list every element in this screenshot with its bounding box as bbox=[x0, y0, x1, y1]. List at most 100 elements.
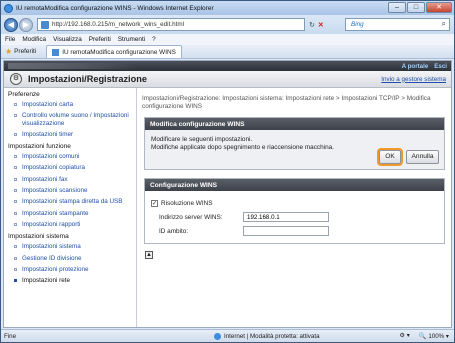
favorites-button[interactable]: Preferiti bbox=[14, 48, 36, 55]
search-placeholder: Bing bbox=[351, 21, 364, 28]
sidebar-item-comuni[interactable]: Impostazioni comuni bbox=[4, 151, 136, 162]
ie-logo-icon bbox=[4, 3, 13, 13]
globe-icon bbox=[214, 332, 221, 340]
bullet-icon bbox=[14, 103, 17, 106]
scope-id-row: ID ambito: bbox=[151, 224, 438, 238]
page-title: Impostazioni/Registrazione bbox=[28, 74, 147, 84]
scope-id-label: ID ambito: bbox=[159, 227, 189, 235]
status-bar: Fine Internet | Modalità protetta: attiv… bbox=[1, 329, 454, 342]
wins-server-input[interactable] bbox=[243, 212, 329, 222]
bullet-icon bbox=[14, 177, 17, 181]
tab-page-icon bbox=[52, 48, 60, 56]
bullet-icon bbox=[14, 267, 17, 271]
address-bar: ◀ ▶ http://192.168.0.215/m_network_wins_… bbox=[1, 15, 454, 34]
portal-link[interactable]: A portale bbox=[402, 63, 429, 70]
url-actions: ↻ ✕ bbox=[309, 21, 324, 29]
sidebar-item-rete[interactable]: Impostazioni rete bbox=[4, 275, 136, 286]
favorites-bar: ★ Preferiti IU remotaModifica configuraz… bbox=[1, 45, 454, 59]
back-to-top-icon[interactable]: ▲ bbox=[145, 251, 153, 259]
menu-modifica[interactable]: Modifica bbox=[22, 36, 46, 43]
url-input[interactable]: http://192.168.0.215/m_network_wins_edit… bbox=[37, 18, 305, 31]
sidebar-item-gestione-id[interactable]: Gestione ID divisione bbox=[4, 253, 136, 264]
dialog-buttons: OK Annulla bbox=[377, 148, 439, 166]
forward-button[interactable]: ▶ bbox=[19, 17, 33, 32]
title-bar: IU remotaModifica configurazione WINS - … bbox=[1, 1, 454, 15]
wins-resolution-checkbox[interactable]: ✓ bbox=[151, 199, 158, 207]
zoom-level[interactable]: 🔍 100% ▾ bbox=[419, 332, 449, 340]
wins-config-panel: Configurazione WINS ✓ Risoluzione WINS I… bbox=[144, 178, 445, 244]
dialog-message-1: Modificare le seguenti impostazioni. bbox=[151, 136, 253, 143]
search-icon[interactable]: ⌕ bbox=[442, 19, 446, 29]
sidebar-item-copiatura[interactable]: Impostazioni copiatura bbox=[4, 162, 136, 173]
menu-preferiti[interactable]: Preferiti bbox=[89, 36, 111, 43]
sidebar-item-sistema[interactable]: Impostazioni sistema bbox=[4, 241, 136, 252]
breadcrumb: Impostazioni/Registrazione: Impostazioni… bbox=[142, 95, 431, 110]
dialog-title: Modifica configurazione WINS bbox=[145, 118, 444, 130]
sidebar-item-fax[interactable]: Impostazioni fax bbox=[4, 174, 136, 185]
bullet-icon bbox=[14, 256, 17, 260]
page-icon bbox=[41, 20, 49, 29]
admin-link[interactable]: Invio a gestore sistema bbox=[381, 76, 446, 83]
url-text: http://192.168.0.215/m_network_wins_edit… bbox=[52, 21, 184, 28]
sidebar-section-title: Preferenze bbox=[8, 91, 40, 98]
page-content: A portale Esci ⚙ Impostazioni/Registrazi… bbox=[3, 60, 452, 328]
ok-button[interactable]: OK bbox=[377, 148, 403, 166]
bullet-icon bbox=[14, 200, 17, 204]
scope-id-input[interactable] bbox=[243, 226, 329, 236]
sidebar-item-impostazioni-carta[interactable]: Impostazioni carta bbox=[4, 99, 136, 110]
bullet-icon bbox=[14, 155, 17, 159]
bullet-icon bbox=[14, 114, 17, 118]
device-name-redacted bbox=[8, 63, 138, 69]
sidebar-item-timer[interactable]: Impostazioni timer bbox=[4, 129, 136, 140]
sidebar-item-rapporti[interactable]: Impostazioni rapporti bbox=[4, 219, 136, 230]
dialog-body: Modificare le seguenti impostazioni. Mod… bbox=[145, 130, 444, 169]
settings-gear-icon: ⚙ bbox=[10, 73, 22, 85]
menu-visualizza[interactable]: Visualizza bbox=[53, 36, 82, 43]
wins-config-title: Configurazione WINS bbox=[145, 179, 444, 191]
zone-text: Internet | Modalità protetta: attivata bbox=[224, 332, 320, 340]
wins-server-row: Indirizzo server WINS: bbox=[151, 210, 438, 224]
edit-dialog: Modifica configurazione WINS Modificare … bbox=[144, 117, 445, 170]
tab-title: IU remotaModifica configurazione WINS bbox=[62, 48, 176, 56]
maximize-button[interactable]: □ bbox=[407, 2, 425, 13]
menu-file[interactable]: File bbox=[5, 36, 15, 43]
logout-link[interactable]: Esci bbox=[434, 63, 447, 70]
bullet-icon bbox=[14, 245, 17, 249]
status-right: ⚙ ▾ 🔍 100% ▾ bbox=[400, 332, 449, 340]
sidebar-item-protezione[interactable]: Impostazioni protezione bbox=[4, 264, 136, 275]
bullet-icon bbox=[14, 279, 17, 283]
menu-help[interactable]: ? bbox=[152, 36, 156, 43]
refresh-icon[interactable]: ↻ bbox=[309, 21, 315, 29]
top-strip: A portale Esci bbox=[4, 61, 451, 71]
wins-config-body: ✓ Risoluzione WINS Indirizzo server WINS… bbox=[145, 191, 444, 243]
sidebar-item-stampante[interactable]: Impostazioni stampante bbox=[4, 208, 136, 219]
cancel-button[interactable]: Annulla bbox=[406, 150, 439, 164]
menu-strumenti[interactable]: Strumenti bbox=[118, 36, 145, 43]
bullet-icon bbox=[14, 189, 17, 193]
wins-server-label: Indirizzo server WINS: bbox=[159, 213, 223, 221]
minimize-button[interactable]: – bbox=[388, 2, 406, 13]
security-zone[interactable]: Internet | Modalità protetta: attivata bbox=[214, 332, 320, 340]
status-text: Fine bbox=[4, 332, 17, 340]
window-title: IU remotaModifica configurazione WINS - … bbox=[16, 4, 214, 12]
bullet-icon bbox=[14, 222, 17, 226]
wins-resolution-label: Risoluzione WINS bbox=[161, 199, 213, 207]
wins-resolution-row: ✓ Risoluzione WINS bbox=[151, 196, 438, 210]
close-button[interactable]: ✕ bbox=[426, 2, 452, 13]
sidebar-section-title: Impostazioni funzione bbox=[8, 143, 71, 151]
bullet-icon bbox=[14, 132, 17, 136]
page-header: ⚙ Impostazioni/Registrazione Invio a ges… bbox=[4, 71, 451, 88]
sidebar-item-volume[interactable]: Controllo volume suono / Impostazioni vi… bbox=[4, 110, 136, 129]
sidebar-section-title: Impostazioni sistema bbox=[8, 233, 69, 241]
browser-window: IU remotaModifica configurazione WINS - … bbox=[0, 0, 455, 343]
tools-icon[interactable]: ⚙ ▾ bbox=[400, 332, 410, 340]
main-panel: Impostazioni/Registrazione: Impostazioni… bbox=[138, 88, 451, 327]
stop-icon[interactable]: ✕ bbox=[318, 21, 324, 29]
sidebar-item-scansione[interactable]: Impostazioni scansione bbox=[4, 185, 136, 196]
back-button[interactable]: ◀ bbox=[4, 17, 18, 32]
search-input[interactable]: Bing ⌕ bbox=[345, 18, 450, 31]
favorites-star-icon: ★ bbox=[5, 47, 13, 56]
browser-tab[interactable]: IU remotaModifica configurazione WINS bbox=[46, 45, 182, 58]
menu-bar: File Modifica Visualizza Preferiti Strum… bbox=[1, 34, 454, 45]
sidebar-item-stampa-usb[interactable]: Impostazioni stampa diretta da USB bbox=[4, 196, 136, 207]
